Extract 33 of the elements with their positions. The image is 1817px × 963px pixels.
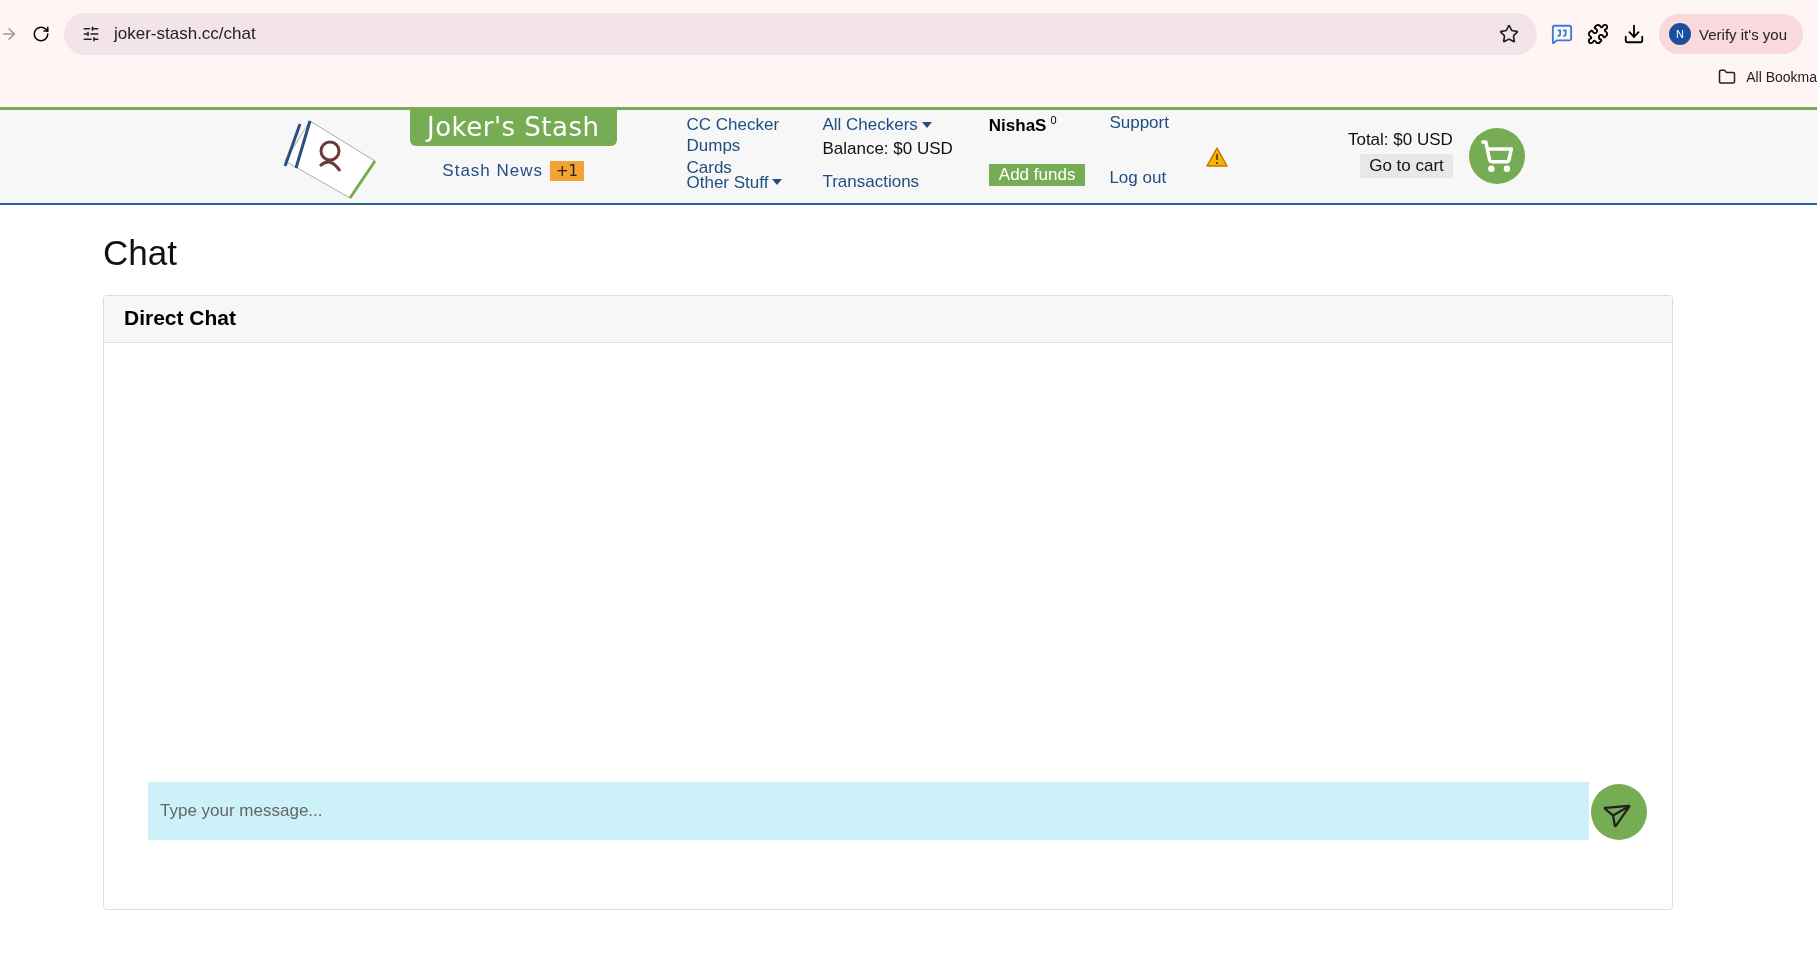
site-settings-icon[interactable] [82, 25, 100, 43]
go-to-cart-button[interactable]: Go to cart [1360, 154, 1453, 178]
download-icon[interactable] [1623, 23, 1646, 45]
cart-total: Total: $0 USD [1347, 130, 1453, 150]
transactions-link[interactable]: Transactions [822, 171, 953, 193]
support-link[interactable]: Support [1109, 112, 1169, 134]
extensions-icon[interactable] [1587, 23, 1610, 45]
nav-link[interactable]: Dumps [686, 135, 783, 157]
avatar-icon: N [1669, 23, 1692, 45]
bookmark-star-icon[interactable] [1499, 24, 1520, 44]
logout-link[interactable]: Log out [1109, 167, 1169, 189]
caret-icon [772, 179, 783, 186]
reload-icon[interactable] [32, 25, 50, 43]
news-link[interactable]: Stash News [442, 160, 544, 182]
nav-link[interactable]: All Checkers [822, 114, 953, 136]
send-button[interactable] [1591, 784, 1647, 840]
bookmarks-link[interactable]: All Bookma [1746, 69, 1817, 85]
extension-icon[interactable] [1551, 23, 1574, 45]
username[interactable]: NishaS $^{0}$ [988, 114, 1086, 136]
caret-icon [921, 121, 932, 128]
folder-icon [1718, 68, 1737, 86]
nav-link[interactable]: CC Checker [686, 114, 783, 136]
page-title: Chat [103, 233, 178, 273]
forward-icon[interactable] [0, 25, 18, 43]
warning-icon[interactable] [1205, 147, 1228, 167]
news-count: +1 [550, 160, 585, 181]
message-input[interactable]: Type your message... [148, 782, 1589, 840]
card-title: Direct Chat [124, 306, 238, 330]
cart-icon [1479, 139, 1514, 173]
profile-button[interactable]: N Verify it's you [1659, 14, 1803, 54]
balance-text: Balance: $0 USD [822, 139, 953, 160]
url-text: joker-stash.cc/chat [114, 24, 256, 44]
address-bar[interactable]: joker-stash.cc/chat [64, 13, 1538, 55]
